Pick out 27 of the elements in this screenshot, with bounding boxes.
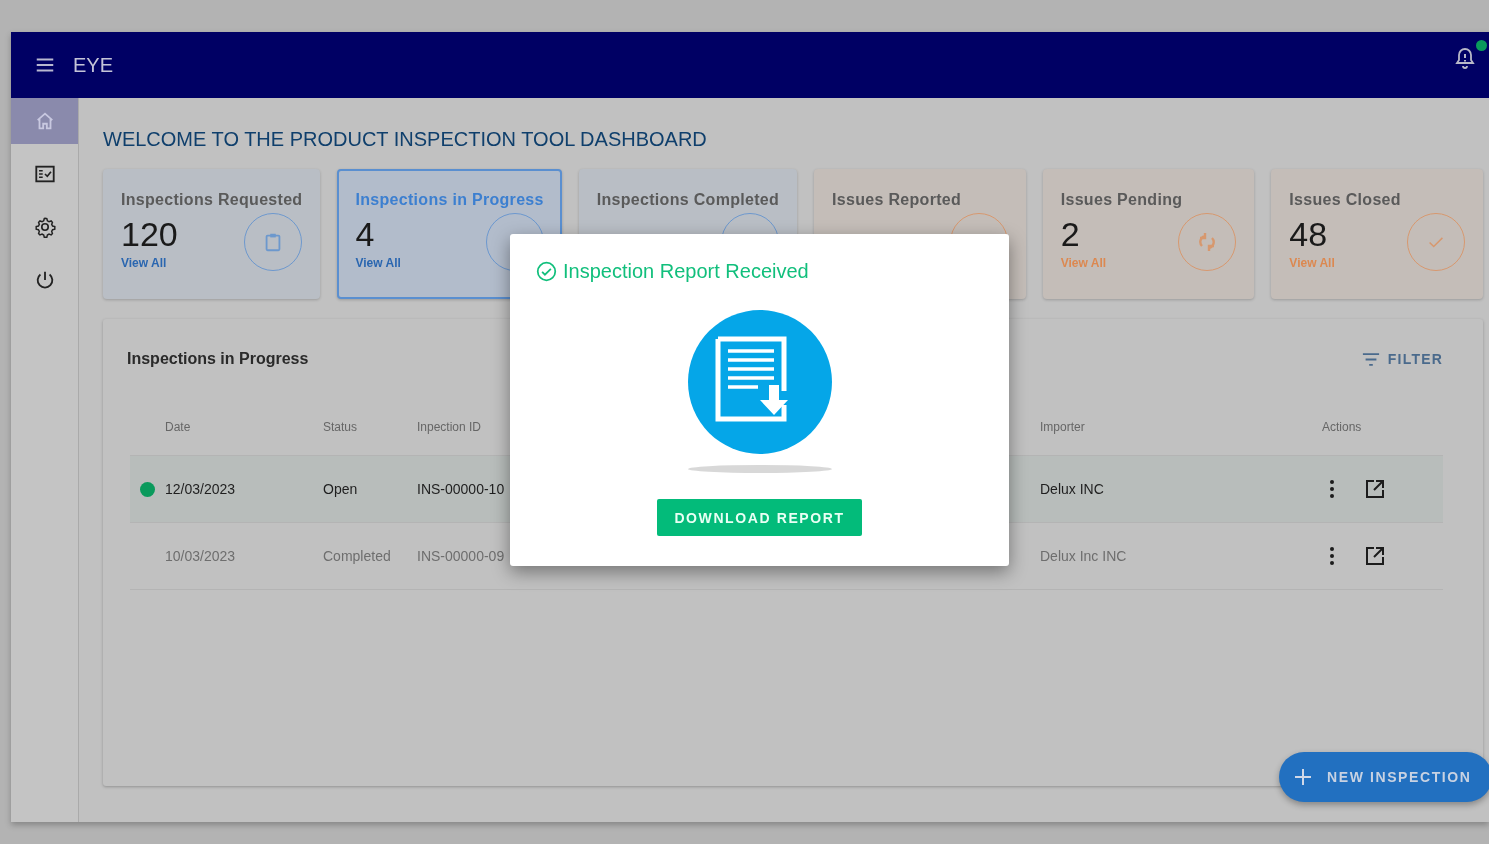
app-title: EYE: [73, 53, 114, 77]
card-title: Inspections in Progress: [355, 191, 544, 209]
table-cell-text: Delux INC: [1040, 481, 1105, 497]
card-count: 48: [1289, 214, 1329, 254]
column-header: Status: [323, 420, 359, 434]
card-title: Issues Reported: [832, 191, 963, 209]
card-count: 2: [1060, 214, 1081, 254]
card-title: Issues Closed: [1289, 191, 1402, 209]
column-header: Inpection ID: [417, 420, 483, 434]
table-cell-text: 12/03/2023: [165, 481, 237, 497]
dashboard-heading: WELCOME TO THE PRODUCT INSPECTION TOOL DASHBOARD: [103, 128, 708, 151]
column-header: Date: [165, 420, 192, 434]
card-title: Inspections Requested: [121, 191, 303, 209]
card-count: 4: [355, 214, 376, 254]
column-header: Actions: [1322, 420, 1363, 434]
card-count: 120: [121, 214, 178, 254]
table-cell-text: Completed: [323, 548, 392, 564]
table-cell-text: Open: [323, 481, 359, 497]
table-cell-text: INS-00000-09: [417, 548, 506, 564]
table-cell-text: INS-00000-10: [417, 481, 506, 497]
card-title: Inspections Completed: [596, 191, 780, 209]
table-cell-text: Delux Inc INC: [1040, 548, 1128, 564]
panel-title: Inspections in Progress: [127, 350, 309, 368]
table-cell-text: 10/03/2023: [165, 548, 237, 564]
dialog-title: Inspection Report Received: [563, 260, 809, 283]
column-header: Importer: [1040, 420, 1086, 434]
card-title: Issues Pending: [1060, 191, 1184, 209]
